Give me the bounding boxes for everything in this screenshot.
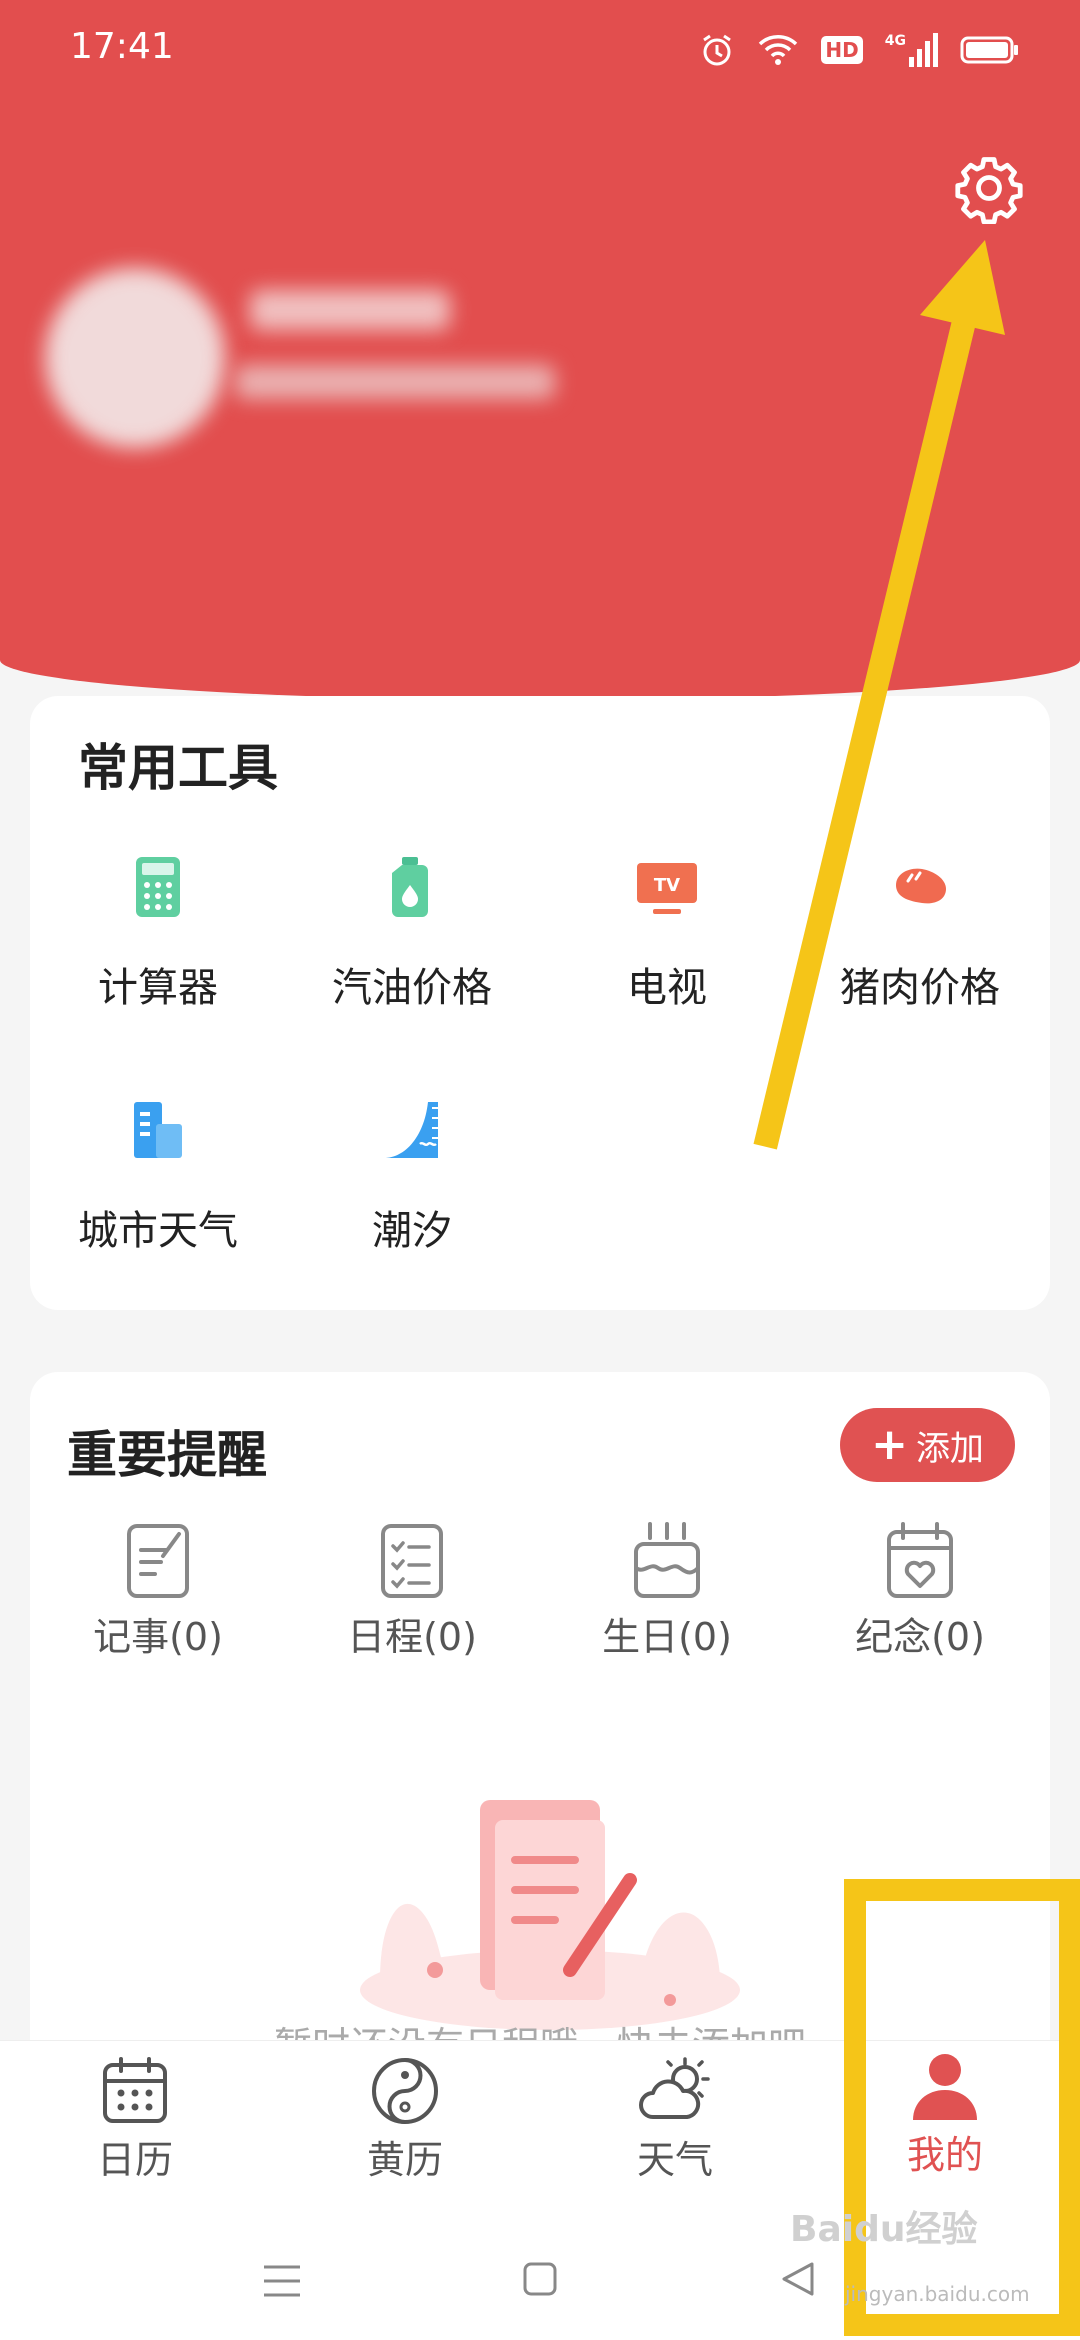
yin-yang-icon bbox=[372, 2058, 438, 2124]
empty-illustration bbox=[360, 1800, 740, 2030]
tab-calendar[interactable]: 日历 bbox=[35, 2055, 235, 2184]
tool-label: 电视 bbox=[627, 965, 707, 1011]
tool-label: 计算器 bbox=[98, 965, 218, 1011]
4g-signal-icon: 4G bbox=[885, 33, 938, 67]
user-subtitle-blurred bbox=[235, 365, 555, 399]
status-time: 17:41 bbox=[70, 26, 174, 67]
meat-icon bbox=[896, 868, 946, 904]
status-icons: HD 4G bbox=[699, 28, 1020, 72]
status-bar: 17:41 HD 4G bbox=[0, 0, 1080, 100]
tools-title: 常用工具 bbox=[78, 739, 278, 797]
reminder-label: 记事(0) bbox=[93, 1615, 223, 1659]
tool-label: 汽油价格 bbox=[332, 965, 492, 1011]
tv-icon: TV bbox=[637, 863, 697, 914]
add-reminder-button[interactable]: + 添加 bbox=[840, 1408, 1015, 1482]
tide-icon bbox=[384, 1102, 440, 1158]
fuel-icon bbox=[392, 857, 428, 917]
tab-weather[interactable]: 天气 bbox=[575, 2055, 775, 2184]
tool-pork-price[interactable]: 猪肉价格 bbox=[800, 855, 1040, 1013]
tab-profile[interactable]: 我的 bbox=[845, 2050, 1045, 2179]
calculator-icon bbox=[136, 857, 180, 917]
tab-label: 天气 bbox=[636, 2138, 713, 2182]
watermark: Baidu经验 bbox=[790, 2209, 978, 2250]
calendar-icon bbox=[103, 2057, 167, 2123]
city-weather-icon bbox=[134, 1102, 182, 1158]
tv-icon-text: TV bbox=[654, 875, 680, 896]
note-icon bbox=[127, 1524, 189, 1598]
reminder-label: 生日(0) bbox=[602, 1615, 732, 1659]
anniversary-icon bbox=[887, 1522, 953, 1598]
tab-almanac[interactable]: 黄历 bbox=[305, 2055, 505, 2184]
weather-icon bbox=[639, 2057, 710, 2119]
tool-label: 猪肉价格 bbox=[840, 965, 1000, 1011]
battery-icon bbox=[960, 36, 1018, 64]
reminder-birthday[interactable]: 生日(0) bbox=[547, 1520, 787, 1661]
wifi-icon bbox=[759, 35, 798, 65]
tab-label: 黄历 bbox=[366, 2138, 443, 2182]
username-blurred bbox=[250, 290, 450, 330]
tool-label: 潮汐 bbox=[372, 1208, 452, 1254]
birthday-cake-icon bbox=[634, 1522, 700, 1598]
alarm-icon bbox=[703, 34, 732, 66]
net-label: 4G bbox=[884, 33, 906, 49]
gear-icon[interactable] bbox=[953, 152, 1025, 224]
tool-fuel-price[interactable]: 汽油价格 bbox=[292, 855, 532, 1013]
reminder-notes[interactable]: 记事(0) bbox=[38, 1520, 278, 1661]
tool-label: 城市天气 bbox=[78, 1208, 238, 1254]
reminder-schedule[interactable]: 日程(0) bbox=[292, 1520, 532, 1661]
tool-tv[interactable]: TV 电视 bbox=[547, 855, 787, 1013]
avatar[interactable] bbox=[45, 268, 225, 448]
schedule-icon bbox=[381, 1524, 443, 1598]
reminder-label: 纪念(0) bbox=[855, 1615, 985, 1659]
tab-label: 日历 bbox=[96, 2138, 173, 2182]
plus-icon: + bbox=[871, 1419, 908, 1470]
reminder-label: 日程(0) bbox=[347, 1615, 477, 1659]
tool-calculator[interactable]: 计算器 bbox=[38, 855, 278, 1013]
tool-tide[interactable]: 潮汐 bbox=[292, 1098, 532, 1256]
tool-city-weather[interactable]: 城市天气 bbox=[38, 1098, 278, 1256]
tab-label: 我的 bbox=[906, 2133, 983, 2177]
back-icon[interactable] bbox=[780, 2261, 816, 2297]
home-icon[interactable] bbox=[522, 2261, 558, 2297]
add-label: 添加 bbox=[915, 1428, 984, 1469]
user-icon bbox=[913, 2054, 977, 2120]
hd-icon: HD bbox=[821, 36, 863, 64]
reminder-anniversary[interactable]: 纪念(0) bbox=[800, 1520, 1040, 1661]
reminders-title: 重要提醒 bbox=[67, 1426, 267, 1484]
menu-icon[interactable] bbox=[262, 2263, 302, 2299]
watermark-url: jingyan.baidu.com bbox=[845, 2282, 1030, 2306]
